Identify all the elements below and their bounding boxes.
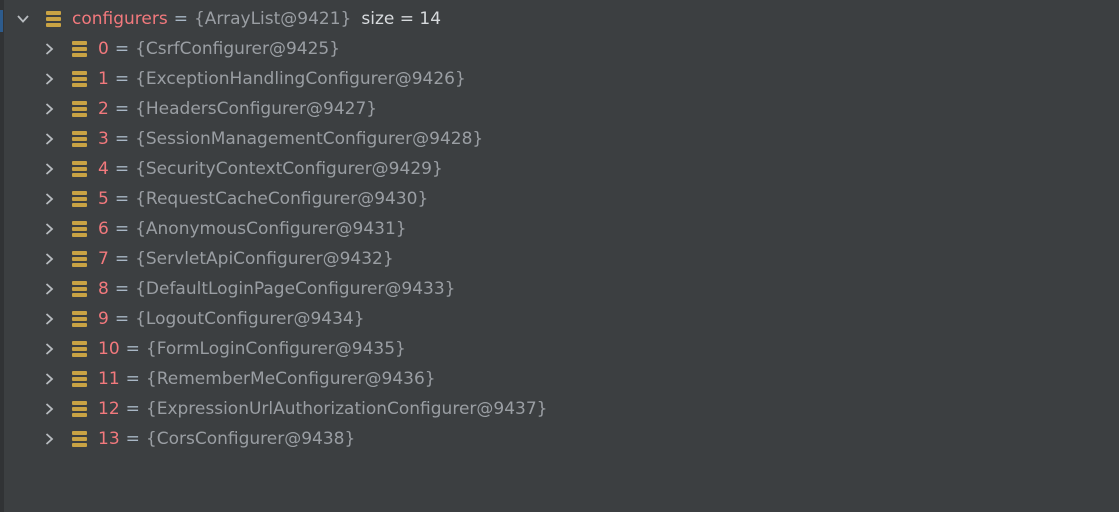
- tree-item-row[interactable]: 9 = {LogoutConfigurer@9434}: [42, 304, 365, 334]
- chevron-right-icon[interactable]: [42, 274, 58, 304]
- equals-sign: =: [114, 279, 130, 299]
- tree-item-row[interactable]: 10 = {FormLoginConfigurer@9435}: [42, 334, 406, 364]
- item-index: 1: [98, 69, 109, 89]
- tree-item-row[interactable]: 0 = {CsrfConfigurer@9425}: [42, 34, 340, 64]
- chevron-right-icon[interactable]: [42, 214, 58, 244]
- equals-sign: =: [114, 99, 130, 119]
- equals-sign: =: [114, 69, 130, 89]
- size-value: 14: [419, 9, 442, 29]
- field-icon: [72, 341, 87, 357]
- chevron-down-icon[interactable]: [16, 4, 32, 34]
- chevron-right-icon[interactable]: [42, 364, 58, 394]
- chevron-right-icon[interactable]: [42, 94, 58, 124]
- field-icon: [72, 221, 87, 237]
- item-reference: {LogoutConfigurer@9434}: [135, 309, 365, 329]
- tree-item-row[interactable]: 6 = {AnonymousConfigurer@9431}: [42, 214, 407, 244]
- chevron-right-icon[interactable]: [42, 124, 58, 154]
- field-icon: [46, 11, 61, 27]
- item-index: 3: [98, 129, 109, 149]
- item-index: 9: [98, 309, 109, 329]
- chevron-right-icon[interactable]: [42, 424, 58, 454]
- item-index: 7: [98, 249, 109, 269]
- tree-root-row[interactable]: configurers = {ArrayList@9421} size = 14: [16, 4, 441, 34]
- item-reference: {ExpressionUrlAuthorizationConfigurer@94…: [145, 399, 548, 419]
- item-index: 4: [98, 159, 109, 179]
- equals-sign: =: [125, 339, 140, 359]
- variable-reference: {ArrayList@9421}: [193, 9, 352, 29]
- item-reference: {CorsConfigurer@9438}: [145, 429, 356, 449]
- item-reference: {ExceptionHandlingConfigurer@9426}: [135, 69, 466, 89]
- item-reference: {CsrfConfigurer@9425}: [135, 39, 341, 59]
- equals-sign: =: [125, 429, 140, 449]
- field-icon: [72, 71, 87, 87]
- item-reference: {RequestCacheConfigurer@9430}: [135, 189, 429, 209]
- equals-sign: =: [114, 249, 130, 269]
- field-icon: [72, 131, 87, 147]
- field-icon: [72, 281, 87, 297]
- size-label: size =: [361, 9, 420, 29]
- item-reference: {AnonymousConfigurer@9431}: [135, 219, 407, 239]
- item-reference: {HeadersConfigurer@9427}: [135, 99, 378, 119]
- debugger-variables-panel: configurers = {ArrayList@9421} size = 14…: [0, 0, 1119, 512]
- equals-sign: =: [114, 39, 130, 59]
- item-index: 10: [98, 339, 120, 359]
- tree-item-row[interactable]: 13 = {CorsConfigurer@9438}: [42, 424, 355, 454]
- chevron-right-icon[interactable]: [42, 184, 58, 214]
- tree-item-row[interactable]: 3 = {SessionManagementConfigurer@9428}: [42, 124, 483, 154]
- item-reference: {DefaultLoginPageConfigurer@9433}: [135, 279, 456, 299]
- equals-sign: =: [125, 399, 140, 419]
- chevron-right-icon[interactable]: [42, 244, 58, 274]
- chevron-right-icon[interactable]: [42, 304, 58, 334]
- tree-item-row[interactable]: 5 = {RequestCacheConfigurer@9430}: [42, 184, 428, 214]
- item-index: 8: [98, 279, 109, 299]
- field-icon: [72, 251, 87, 267]
- field-icon: [72, 371, 87, 387]
- tree-item-row[interactable]: 1 = {ExceptionHandlingConfigurer@9426}: [42, 64, 466, 94]
- item-index: 12: [98, 399, 120, 419]
- field-icon: [72, 161, 87, 177]
- item-reference: {SecurityContextConfigurer@9429}: [135, 159, 443, 179]
- item-reference: {ServletApiConfigurer@9432}: [135, 249, 394, 269]
- tree-item-row[interactable]: 8 = {DefaultLoginPageConfigurer@9433}: [42, 274, 456, 304]
- tree-item-row[interactable]: 11 = {RememberMeConfigurer@9436}: [42, 364, 436, 394]
- left-gutter: [0, 0, 4, 512]
- chevron-right-icon[interactable]: [42, 34, 58, 64]
- equals-sign: =: [114, 219, 130, 239]
- chevron-right-icon[interactable]: [42, 64, 58, 94]
- tree-item-row[interactable]: 2 = {HeadersConfigurer@9427}: [42, 94, 377, 124]
- field-icon: [72, 191, 87, 207]
- item-index: 5: [98, 189, 109, 209]
- variable-name: configurers: [72, 9, 168, 29]
- equals-sign: =: [114, 159, 130, 179]
- item-reference: {SessionManagementConfigurer@9428}: [135, 129, 484, 149]
- chevron-right-icon[interactable]: [42, 394, 58, 424]
- equals-sign: =: [173, 9, 188, 29]
- equals-sign: =: [114, 129, 130, 149]
- item-reference: {FormLoginConfigurer@9435}: [145, 339, 406, 359]
- tree-item-row[interactable]: 7 = {ServletApiConfigurer@9432}: [42, 244, 394, 274]
- item-index: 13: [98, 429, 120, 449]
- equals-sign: =: [114, 189, 130, 209]
- item-index: 2: [98, 99, 109, 119]
- item-index: 6: [98, 219, 109, 239]
- field-icon: [72, 311, 87, 327]
- tree-item-row[interactable]: 4 = {SecurityContextConfigurer@9429}: [42, 154, 443, 184]
- equals-sign: =: [114, 309, 130, 329]
- item-reference: {RememberMeConfigurer@9436}: [145, 369, 436, 389]
- equals-sign: =: [125, 369, 140, 389]
- chevron-right-icon[interactable]: [42, 154, 58, 184]
- field-icon: [72, 431, 87, 447]
- gutter-marker: [0, 10, 3, 32]
- chevron-right-icon[interactable]: [42, 334, 58, 364]
- field-icon: [72, 41, 87, 57]
- field-icon: [72, 101, 87, 117]
- item-index: 0: [98, 39, 109, 59]
- tree-item-row[interactable]: 12 = {ExpressionUrlAuthorizationConfigurer…: [42, 394, 547, 424]
- item-index: 11: [98, 369, 120, 389]
- field-icon: [72, 401, 87, 417]
